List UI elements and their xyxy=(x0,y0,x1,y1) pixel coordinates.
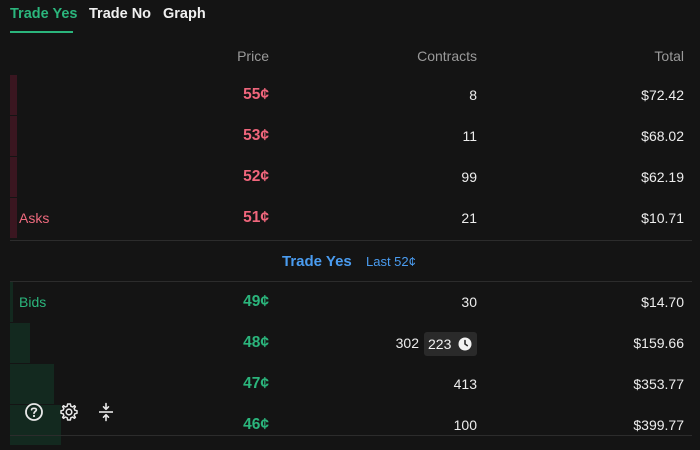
header-price: Price xyxy=(237,48,269,64)
ask-depth-bar xyxy=(10,116,17,156)
ask-row[interactable]: Asks 51¢ 21 $10.71 xyxy=(0,198,700,239)
asks-label: Asks xyxy=(19,210,50,226)
tab-bar: Trade Yes Trade No Graph xyxy=(0,0,700,34)
gear-icon[interactable] xyxy=(58,401,80,423)
bid-total: $353.77 xyxy=(633,376,684,392)
bid-total: $159.66 xyxy=(633,335,684,351)
bid-contracts: 302 xyxy=(395,335,419,351)
clock-icon xyxy=(458,337,472,351)
ask-row[interactable]: 52¢ 99 $62.19 xyxy=(0,157,700,198)
ask-total: $62.19 xyxy=(641,169,684,185)
bid-price: 46¢ xyxy=(243,416,269,433)
header-contracts: Contracts xyxy=(417,48,477,64)
bid-row[interactable]: 47¢ 413 $353.77 xyxy=(0,364,700,405)
ask-price: 55¢ xyxy=(243,86,269,103)
bid-depth-bar xyxy=(10,323,30,363)
bid-depth-bar xyxy=(10,364,54,404)
pending-order-badge[interactable]: 223 xyxy=(424,332,477,356)
ask-depth-bar xyxy=(10,157,17,197)
ask-row[interactable]: 55¢ 8 $72.42 xyxy=(0,75,700,116)
bid-price: 48¢ xyxy=(243,334,269,351)
tab-graph[interactable]: Graph xyxy=(163,6,206,22)
ask-contracts: 21 xyxy=(461,210,477,226)
pending-order-count: 223 xyxy=(428,336,452,352)
bid-row[interactable]: Bids 49¢ 30 $14.70 xyxy=(0,282,700,323)
active-tab-indicator xyxy=(10,31,73,33)
last-price: Last 52¢ xyxy=(366,254,416,269)
bid-contracts: 30 xyxy=(461,294,477,310)
spread-title: Trade Yes xyxy=(282,253,352,270)
bid-total: $14.70 xyxy=(641,294,684,310)
bid-price: 47¢ xyxy=(243,375,269,392)
ask-contracts: 11 xyxy=(462,128,477,144)
bid-contracts: 100 xyxy=(453,417,477,433)
bid-total: $399.77 xyxy=(633,417,684,433)
ask-price: 51¢ xyxy=(243,209,269,226)
tab-trade-no[interactable]: Trade No xyxy=(89,6,151,22)
divider xyxy=(10,240,692,241)
ask-contracts: 99 xyxy=(461,169,477,185)
bid-depth-bar xyxy=(10,282,13,322)
ask-price: 52¢ xyxy=(243,168,269,185)
bid-row[interactable]: 48¢ 302 $159.66 xyxy=(0,323,700,364)
compress-icon[interactable] xyxy=(95,401,117,423)
header-total: Total xyxy=(654,48,684,64)
help-icon[interactable] xyxy=(23,401,45,423)
ask-row[interactable]: 53¢ 11 $68.02 xyxy=(0,116,700,157)
bids-label: Bids xyxy=(19,294,47,310)
ask-depth-bar xyxy=(10,198,17,238)
ask-contracts: 8 xyxy=(469,87,477,103)
ask-total: $72.42 xyxy=(641,87,684,103)
tab-trade-yes[interactable]: Trade Yes xyxy=(10,6,77,22)
bid-price: 49¢ xyxy=(243,293,269,310)
ask-total: $68.02 xyxy=(641,128,684,144)
ask-price: 53¢ xyxy=(243,127,269,144)
bid-contracts: 413 xyxy=(453,376,477,392)
ask-depth-bar xyxy=(10,75,17,115)
ask-total: $10.71 xyxy=(641,210,684,226)
divider xyxy=(10,435,692,436)
